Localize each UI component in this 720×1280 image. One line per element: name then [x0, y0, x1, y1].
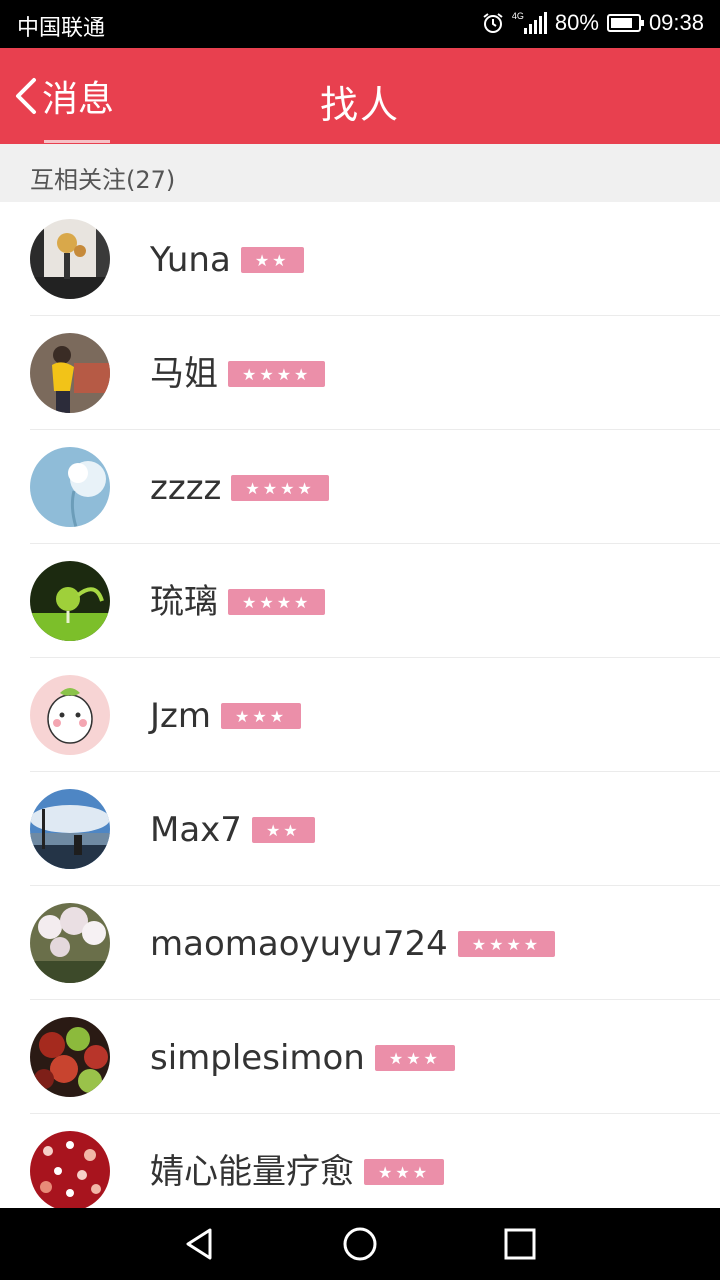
battery-percent: 80% — [554, 10, 599, 35]
list-item[interactable]: zzzz ★★★★ — [0, 430, 720, 544]
star-rating-badge: ★★★★ — [228, 361, 326, 387]
recents-icon[interactable] — [500, 1224, 540, 1264]
contact-info: maomaoyuyu724 ★★★★ — [150, 922, 556, 966]
contact-name: 琉璃 — [150, 582, 218, 622]
signal-icon: 4G — [512, 12, 547, 34]
contact-list[interactable]: Yuna ★★ 马姐 ★★★★ zzzz ★★★★ 琉璃 ★★★★ Jzm ★★… — [0, 202, 720, 1208]
avatar[interactable] — [30, 561, 110, 641]
star-rating-badge: ★★★★ — [457, 931, 556, 957]
contact-name: Max7 — [150, 810, 242, 850]
contact-info: Max7 ★★ — [150, 808, 315, 852]
contact-info: simplesimon ★★★ — [150, 1036, 455, 1080]
contact-name: Yuna — [150, 240, 231, 280]
back-underline — [44, 140, 110, 143]
star-rating-badge: ★★★ — [374, 1045, 455, 1071]
contact-name: maomaoyuyu724 — [150, 924, 448, 964]
list-item[interactable]: 婧心能量疗愈 ★★★ — [0, 1114, 720, 1208]
contact-info: zzzz ★★★★ — [150, 466, 329, 510]
avatar[interactable] — [30, 333, 110, 413]
list-item[interactable]: simplesimon ★★★ — [0, 1000, 720, 1114]
avatar[interactable] — [30, 1131, 110, 1208]
star-rating-badge: ★★ — [240, 247, 304, 273]
carrier-name: 中国联通 — [17, 15, 106, 40]
back-icon[interactable] — [180, 1224, 220, 1264]
avatar[interactable] — [30, 1017, 110, 1097]
status-icons: 4G 80% 09:38 — [482, 10, 704, 36]
contact-info: 婧心能量疗愈 ★★★ — [150, 1150, 445, 1194]
list-item[interactable]: Jzm ★★★ — [0, 658, 720, 772]
battery-fill — [610, 18, 632, 28]
network-type: 4G — [511, 11, 524, 21]
list-item[interactable]: Yuna ★★ — [0, 202, 720, 316]
contact-name: zzzz — [150, 468, 222, 508]
contact-info: 马姐 ★★★★ — [150, 352, 326, 396]
contact-name: Jzm — [150, 696, 211, 736]
contact-name: 马姐 — [150, 354, 218, 394]
clock: 09:38 — [648, 10, 704, 35]
list-item[interactable]: Max7 ★★ — [0, 772, 720, 886]
star-rating-badge: ★★★ — [221, 703, 302, 729]
section-title: 互相关注(27) — [30, 166, 176, 194]
avatar[interactable] — [30, 675, 110, 755]
page-title: 找人 — [319, 83, 400, 127]
app-header: 消息 找人 — [0, 48, 720, 144]
contact-info: Jzm ★★★ — [150, 694, 302, 738]
avatar[interactable] — [30, 903, 110, 983]
star-rating-badge: ★★★★ — [231, 475, 329, 501]
star-rating-badge: ★★ — [251, 817, 315, 843]
home-icon[interactable] — [340, 1224, 380, 1264]
battery-icon — [606, 14, 644, 32]
status-bar: 中国联通 4G 80% 09:38 — [0, 0, 720, 48]
avatar[interactable] — [30, 219, 110, 299]
alarm-icon — [483, 13, 503, 33]
contact-name: 婧心能量疗愈 — [150, 1152, 354, 1192]
contact-info: 琉璃 ★★★★ — [150, 580, 326, 624]
section-header: 互相关注(27) — [0, 144, 720, 202]
contact-name: simplesimon — [150, 1038, 365, 1078]
contact-info: Yuna ★★ — [150, 238, 304, 282]
avatar[interactable] — [30, 447, 110, 527]
star-rating-badge: ★★★ — [364, 1159, 445, 1185]
list-item[interactable]: maomaoyuyu724 ★★★★ — [0, 886, 720, 1000]
star-rating-badge: ★★★★ — [228, 589, 326, 615]
avatar[interactable] — [30, 789, 110, 869]
list-item[interactable]: 马姐 ★★★★ — [0, 316, 720, 430]
list-item[interactable]: 琉璃 ★★★★ — [0, 544, 720, 658]
system-nav-bar — [0, 1208, 720, 1280]
